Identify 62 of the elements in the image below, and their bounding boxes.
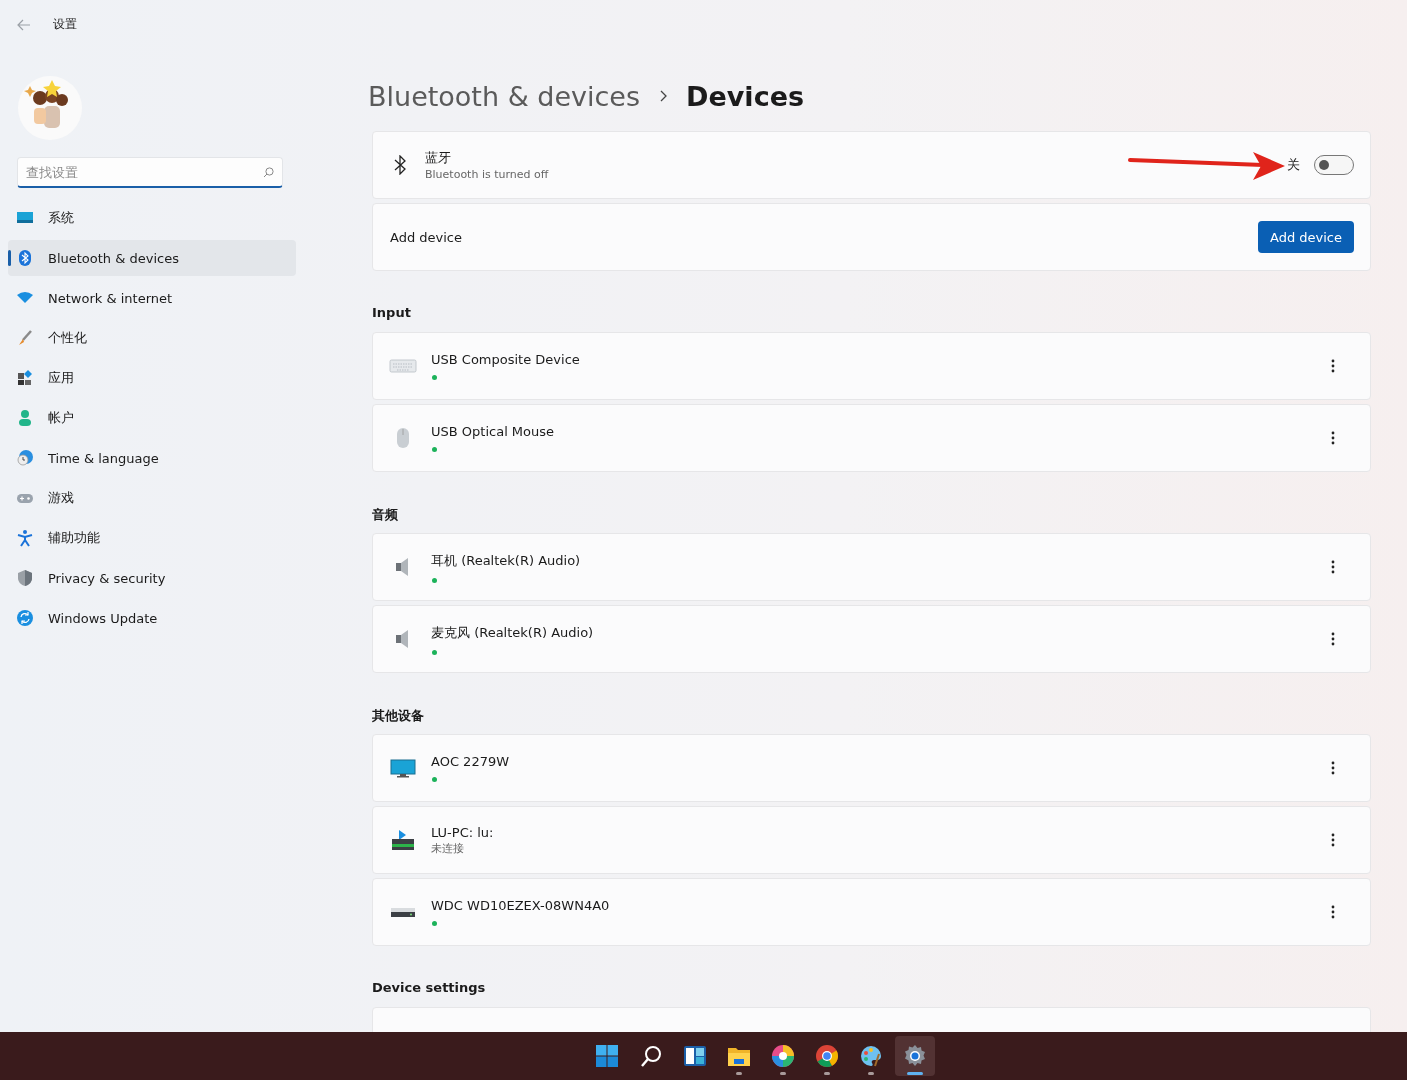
toggle-switch[interactable] [1314,155,1354,175]
sidebar-item[interactable]: Time & language [8,440,296,476]
sidebar-item[interactable]: 帐户 [8,400,296,436]
device-status: 未连接 [431,840,464,856]
sidebar-item[interactable]: 系统 [8,200,296,236]
browser-icon [814,1044,839,1068]
section-heading: Device settings [372,980,487,997]
device-name: USB Optical Mouse [431,424,555,439]
search-icon [638,1044,663,1068]
media-device-icon [389,830,417,850]
more-icon[interactable] [1331,431,1335,445]
more-icon[interactable] [1331,761,1335,775]
shield-icon [16,569,34,587]
bluetooth-icon [394,155,406,175]
more-icon[interactable] [1331,905,1335,919]
more-icon[interactable] [1331,833,1335,847]
clock-icon [16,449,34,467]
device-name: AOC 2279W [431,754,510,769]
person-icon [16,409,34,427]
sidebar-item[interactable]: Privacy & security [8,560,296,596]
monitor-icon [389,758,417,778]
page-title: Devices [686,80,804,112]
chevron-icon [658,89,669,103]
update-icon [16,609,34,627]
pinwheel-icon [770,1044,795,1068]
sidebar-item[interactable]: Network & internet [8,280,296,316]
device-name: LU-PC: lu: [431,824,494,840]
sidebar-item[interactable]: 应用 [8,360,296,396]
device-name: USB Composite Device [431,352,580,367]
start-icon [594,1044,619,1068]
add-device-button[interactable]: Add device [1258,221,1354,253]
setting-title: 蓝牙 [425,149,451,167]
widgets-icon [682,1044,707,1068]
palette-icon [858,1044,883,1068]
section-heading: 音频 [372,506,399,524]
sidebar-item[interactable]: 游戏 [8,480,296,516]
taskbar-button[interactable] [894,1036,935,1076]
window-title: 设置 [53,16,77,33]
more-icon[interactable] [1331,632,1335,646]
keyboard-icon [389,356,417,376]
breadcrumb-link[interactable]: Bluetooth & devices [368,80,641,112]
device-name: WDC WD10EZEX-08WN4A0 [431,898,610,913]
accessibility-icon [16,529,34,547]
more-icon[interactable] [1331,560,1335,574]
search-icon [263,167,274,178]
setting-description: Bluetooth is turned off [425,168,549,181]
bluetooth-icon [16,249,34,267]
sidebar-item[interactable]: 辅助功能 [8,520,296,556]
more-icon[interactable] [1331,359,1335,373]
sidebar-item[interactable]: 个性化 [8,320,296,356]
sidebar-item[interactable]: Windows Update [8,600,296,636]
section-heading: 其他设备 [372,707,425,725]
device-name: 麦克风 (Realtek(R) Audio) [431,623,594,642]
search-field[interactable]: 查找设置 [17,157,283,188]
toggle-state-label: 关 [1287,156,1300,174]
sidebar-item[interactable]: Bluetooth & devices [8,240,296,276]
section-heading: Input [372,305,412,322]
setting-title: Add device [389,229,463,245]
settings-icon [902,1044,927,1068]
device-name: 耳机 (Realtek(R) Audio) [431,551,581,570]
apps-icon [16,369,34,387]
brush-icon [16,329,34,347]
